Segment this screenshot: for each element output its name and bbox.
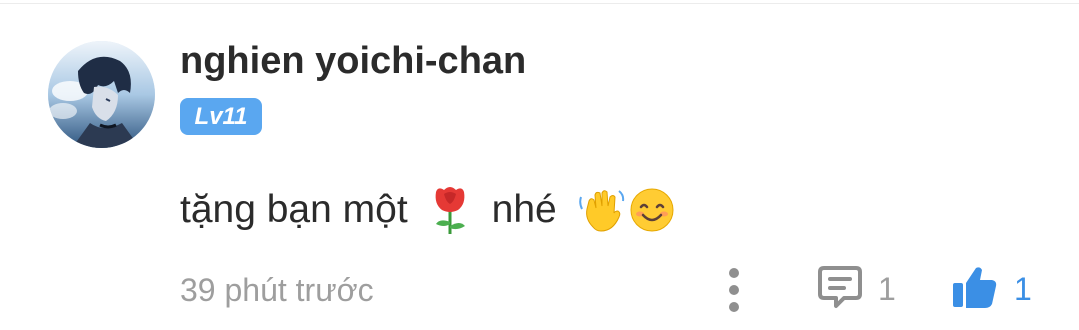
more-vertical-icon xyxy=(729,268,739,278)
rose-emoji xyxy=(430,184,470,236)
smiling-face-emoji xyxy=(629,187,675,233)
avatar[interactable] xyxy=(48,41,155,148)
thumbs-up-icon xyxy=(950,264,998,315)
reply-count: 1 xyxy=(878,271,896,307)
more-options-button[interactable] xyxy=(716,262,752,318)
comment-text-before: tặng bạn một xyxy=(180,188,408,231)
avatar-image xyxy=(48,41,155,148)
comment-icon xyxy=(816,264,864,315)
top-divider xyxy=(0,3,1079,4)
level-badge: Lv11 xyxy=(180,98,262,135)
comment-text: tặng bạn một nhé xyxy=(180,182,675,238)
like-count: 1 xyxy=(1014,271,1032,307)
waving-hand-emoji xyxy=(578,187,625,233)
comment-text-after: nhé xyxy=(491,188,557,231)
timestamp: 39 phút trước xyxy=(180,272,374,308)
reply-button[interactable]: 1 xyxy=(816,264,896,314)
username[interactable]: nghien yoichi-chan xyxy=(180,38,526,84)
like-button[interactable]: 1 xyxy=(950,264,1032,314)
